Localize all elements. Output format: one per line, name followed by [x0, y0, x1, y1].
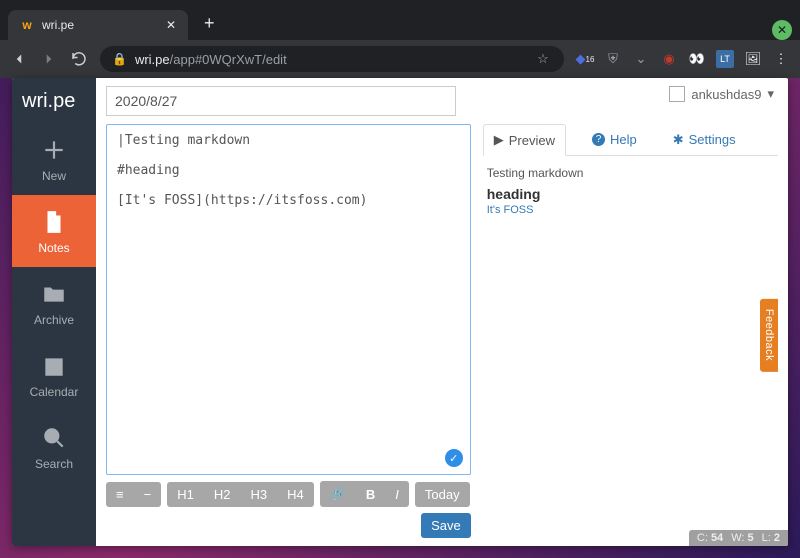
extension-pocket-icon[interactable]: ⌄: [632, 50, 650, 68]
editor-column: ✓ ≡ − H1 H2 H3 H4: [106, 124, 471, 538]
h2-button[interactable]: H2: [204, 482, 241, 507]
tab-label: Help: [610, 132, 637, 147]
calendar-icon: [39, 351, 69, 381]
sidebar-item-label: New: [42, 169, 66, 183]
h1-button[interactable]: H1: [167, 482, 204, 507]
file-icon: [39, 207, 69, 237]
forward-button[interactable]: [40, 50, 58, 68]
bookmark-star-icon[interactable]: ☆: [534, 50, 552, 68]
sidebar-item-new[interactable]: New: [12, 123, 96, 195]
list-remove-button[interactable]: −: [134, 482, 162, 507]
editor-toolbar: ≡ − H1 H2 H3 H4 🔗 B I: [106, 481, 471, 538]
feedback-tab[interactable]: Feedback: [760, 299, 778, 371]
gear-icon: ✱: [673, 132, 684, 148]
italic-icon: I: [395, 487, 399, 502]
url-text: wri.pe/app#0WQrXwT/edit: [135, 52, 287, 67]
app-root: wri.pe New Notes Archive Calendar Search: [12, 78, 788, 546]
save-button[interactable]: Save: [421, 513, 471, 538]
status-lines: L: 2: [762, 532, 780, 544]
sidebar-item-archive[interactable]: Archive: [12, 267, 96, 339]
extension-eyes-icon[interactable]: 👀: [688, 50, 706, 68]
url-path: /app#0WQrXwT/edit: [170, 52, 287, 67]
minus-icon: −: [144, 487, 152, 502]
preview-pane: Testing markdown heading It's FOSS: [483, 156, 778, 226]
tab-label: Preview: [509, 133, 555, 148]
sidebar-item-label: Calendar: [30, 385, 79, 399]
search-icon: [39, 423, 69, 453]
avatar-icon: [669, 86, 685, 102]
sidebar-item-notes[interactable]: Notes: [12, 195, 96, 267]
preview-text: Testing markdown: [487, 166, 774, 180]
sync-ok-icon: ✓: [445, 449, 463, 467]
link-icon: 🔗: [330, 486, 346, 502]
status-words: W: 5: [731, 532, 753, 544]
url-host: wri.pe: [135, 52, 170, 67]
note-title-input[interactable]: [106, 86, 456, 116]
sidebar-item-label: Notes: [38, 241, 69, 255]
app-brand: wri.pe: [12, 78, 96, 123]
user-name: ankushdas9: [691, 87, 761, 102]
link-button[interactable]: 🔗: [320, 481, 356, 507]
extension-icon[interactable]: ◆16: [576, 50, 594, 68]
plus-icon: [39, 135, 69, 165]
status-chars: C: 54: [697, 532, 723, 544]
preview-heading: heading: [487, 186, 774, 202]
extension-shield-icon[interactable]: ⛨: [604, 50, 622, 68]
tab-help[interactable]: ? Help: [582, 124, 647, 155]
folder-icon: [39, 279, 69, 309]
sidebar-item-search[interactable]: Search: [12, 411, 96, 483]
status-bar: C: 54 W: 5 L: 2: [689, 530, 788, 546]
bold-button[interactable]: B: [356, 481, 385, 507]
italic-button[interactable]: I: [385, 481, 409, 507]
favicon-icon: w: [20, 18, 34, 32]
address-bar[interactable]: 🔒 wri.pe/app#0WQrXwT/edit ☆: [100, 46, 564, 72]
extension-lt-icon[interactable]: LT: [716, 50, 734, 68]
h4-button[interactable]: H4: [277, 482, 314, 507]
new-tab-button[interactable]: +: [194, 7, 225, 40]
tab-settings[interactable]: ✱ Settings: [663, 124, 746, 155]
browser-toolbar: 🔒 wri.pe/app#0WQrXwT/edit ☆ ◆16 ⛨ ⌄ ◉ 👀 …: [0, 40, 800, 78]
sidebar-item-calendar[interactable]: Calendar: [12, 339, 96, 411]
h3-button[interactable]: H3: [240, 482, 277, 507]
bold-icon: B: [366, 487, 375, 502]
sidebar-item-label: Search: [35, 457, 73, 471]
browser-menu-icon[interactable]: ⋮: [772, 50, 790, 68]
browser-tab[interactable]: w wri.pe ✕: [8, 10, 188, 40]
sidebar-item-label: Archive: [34, 313, 74, 327]
back-button[interactable]: [10, 50, 28, 68]
tab-preview[interactable]: ▶ Preview: [483, 124, 566, 156]
extensions: ◆16 ⛨ ⌄ ◉ 👀 LT 🖼 ⋮: [576, 50, 790, 68]
list-ul-button[interactable]: ≡: [106, 482, 134, 507]
profile-avatar-icon[interactable]: 🖼: [744, 50, 762, 68]
play-icon: ▶: [494, 132, 504, 148]
note-body-editor[interactable]: [106, 124, 471, 475]
sidebar: wri.pe New Notes Archive Calendar Search: [12, 78, 96, 546]
window-close-button[interactable]: ✕: [772, 20, 792, 40]
preview-tabs: ▶ Preview ? Help ✱ Settings: [483, 124, 778, 156]
main-panel: ankushdas9 ▾ ✓ ≡ −: [96, 78, 788, 546]
question-icon: ?: [592, 133, 605, 146]
reload-button[interactable]: [70, 50, 88, 68]
tab-label: Settings: [689, 132, 736, 147]
user-menu[interactable]: ankushdas9 ▾: [669, 86, 774, 102]
preview-column: ▶ Preview ? Help ✱ Settings Tes: [483, 124, 778, 538]
extension-ublock-icon[interactable]: ◉: [660, 50, 678, 68]
lock-icon: 🔒: [112, 52, 127, 66]
today-button[interactable]: Today: [415, 482, 470, 507]
preview-link[interactable]: It's FOSS: [487, 204, 534, 216]
tab-close-icon[interactable]: ✕: [166, 18, 176, 32]
tab-title: wri.pe: [42, 18, 158, 32]
list-icon: ≡: [116, 487, 124, 502]
caret-down-icon: ▾: [767, 86, 774, 102]
browser-tabbar: w wri.pe ✕ + ✕: [0, 0, 800, 40]
